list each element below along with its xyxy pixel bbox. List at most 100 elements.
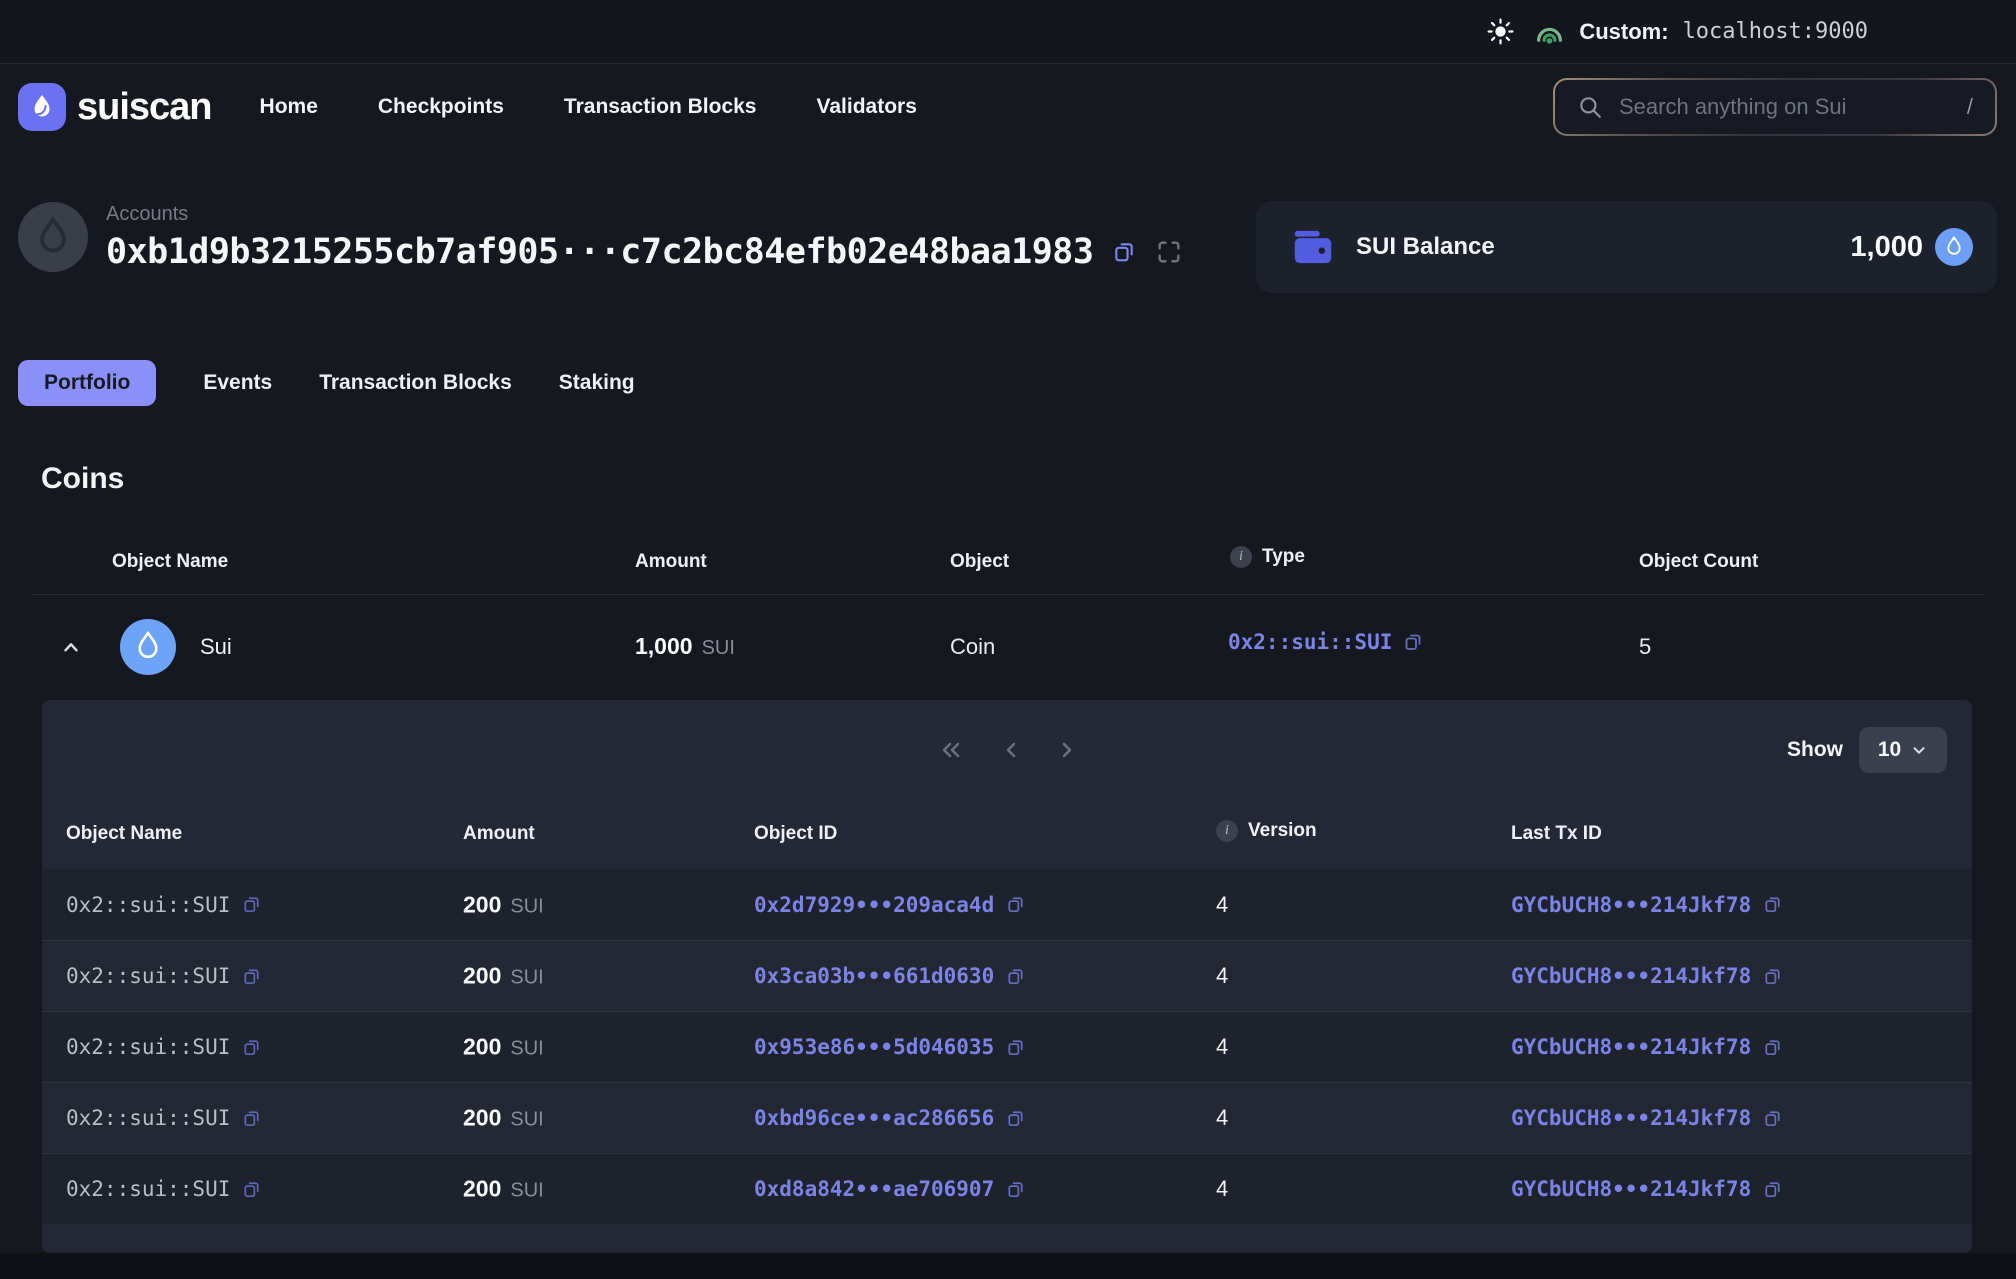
nav-item-checkpoints[interactable]: Checkpoints xyxy=(378,95,504,119)
chevron-right-icon xyxy=(1057,738,1077,762)
nav-item-transaction-blocks[interactable]: Transaction Blocks xyxy=(564,95,757,119)
last-tx-link[interactable]: GYCbUCH8•••214Jkf78 xyxy=(1511,964,1751,988)
pagination-bar: Show 10 xyxy=(42,700,1972,800)
suiscan-logo[interactable] xyxy=(18,83,66,131)
objects-col-version: Version xyxy=(1248,820,1317,842)
copy-icon[interactable] xyxy=(1762,966,1783,987)
network-label: Custom: xyxy=(1579,19,1668,45)
copy-icon[interactable] xyxy=(1402,631,1424,653)
last-tx-link[interactable]: GYCbUCH8•••214Jkf78 xyxy=(1511,1035,1751,1059)
object-id-cell: 0xd8a842•••ae706907 xyxy=(754,1177,1026,1201)
search-input[interactable] xyxy=(1619,94,1951,120)
object-id-link[interactable]: 0x953e86•••5d046035 xyxy=(754,1035,994,1059)
amount-value: 200 xyxy=(463,1034,501,1061)
object-name-cell: 0x2::sui::SUI xyxy=(66,1035,262,1059)
amount-unit: SUI xyxy=(510,1038,543,1061)
objects-table-body: 0x2::sui::SUI 200 SUI 0x2d7929•••209aca4… xyxy=(42,869,1972,1224)
coin-type-link[interactable]: 0x2::sui::SUI xyxy=(1228,630,1392,654)
tab-transaction-blocks[interactable]: Transaction Blocks xyxy=(319,371,512,395)
info-icon[interactable]: i xyxy=(1216,820,1238,842)
table-row: 0x2::sui::SUI 200 SUI 0xbd96ce•••ac28665… xyxy=(42,1082,1972,1153)
network-selector[interactable]: Custom: localhost:9000 xyxy=(1534,18,1868,46)
tab-portfolio[interactable]: Portfolio xyxy=(18,360,156,406)
copy-icon[interactable] xyxy=(1005,1037,1026,1058)
copy-icon[interactable] xyxy=(1005,966,1026,987)
copy-icon[interactable] xyxy=(241,1179,262,1200)
coin-amount-unit: SUI xyxy=(702,637,735,660)
first-page-button[interactable] xyxy=(937,738,965,762)
nav-item-validators[interactable]: Validators xyxy=(817,95,917,119)
account-tabs: Portfolio Events Transaction Blocks Stak… xyxy=(18,360,635,406)
last-tx-link[interactable]: GYCbUCH8•••214Jkf78 xyxy=(1511,1177,1751,1201)
object-id-link[interactable]: 0xbd96ce•••ac286656 xyxy=(754,1106,994,1130)
topbar: Custom: localhost:9000 xyxy=(0,0,2016,64)
amount-cell: 200 SUI xyxy=(463,1105,544,1132)
chevron-left-icon xyxy=(1001,738,1021,762)
copy-icon[interactable] xyxy=(1005,1179,1026,1200)
table-row: 0x2::sui::SUI 200 SUI 0x2d7929•••209aca4… xyxy=(42,869,1972,940)
balance-label: SUI Balance xyxy=(1356,233,1495,261)
object-id-link[interactable]: 0x3ca03b•••661d0630 xyxy=(754,964,994,988)
sui-balance-card: SUI Balance 1,000 xyxy=(1256,201,1997,293)
version-value: 4 xyxy=(1216,892,1228,918)
page-size-value: 10 xyxy=(1878,738,1901,762)
amount-unit: SUI xyxy=(510,895,543,918)
copy-icon[interactable] xyxy=(241,966,262,987)
version-value: 4 xyxy=(1216,963,1228,989)
brand-title[interactable]: suiscan xyxy=(77,86,212,129)
copy-icon[interactable] xyxy=(241,1037,262,1058)
tab-events[interactable]: Events xyxy=(203,371,272,395)
coin-type-cell: 0x2::sui::SUI xyxy=(1228,630,1424,654)
amount-value: 200 xyxy=(463,963,501,990)
last-tx-link[interactable]: GYCbUCH8•••214Jkf78 xyxy=(1511,893,1751,917)
object-id-link[interactable]: 0xd8a842•••ae706907 xyxy=(754,1177,994,1201)
objects-table-header: Object Name Amount Object ID i Version L… xyxy=(42,800,1972,869)
last-tx-cell: GYCbUCH8•••214Jkf78 xyxy=(1511,1177,1783,1201)
prev-page-button[interactable] xyxy=(1001,738,1021,762)
panel-bottom-spacer xyxy=(42,1224,1972,1253)
coins-col-type-group: i Type xyxy=(1230,546,1305,568)
copy-icon[interactable] xyxy=(1762,1037,1783,1058)
object-name: 0x2::sui::SUI xyxy=(66,893,230,917)
search-bar[interactable]: / xyxy=(1553,78,1997,136)
sun-icon xyxy=(1487,18,1514,45)
show-label: Show xyxy=(1787,738,1843,762)
amount-cell: 200 SUI xyxy=(463,1176,544,1203)
chevron-down-icon xyxy=(1910,741,1928,759)
copy-icon[interactable] xyxy=(1762,1108,1783,1129)
amount-cell: 200 SUI xyxy=(463,1034,544,1061)
search-shortcut-hint: / xyxy=(1967,94,1973,120)
amount-unit: SUI xyxy=(510,967,543,990)
last-tx-cell: GYCbUCH8•••214Jkf78 xyxy=(1511,964,1783,988)
copy-icon[interactable] xyxy=(1005,894,1026,915)
copy-icon[interactable] xyxy=(1005,1108,1026,1129)
tab-staking[interactable]: Staking xyxy=(559,371,635,395)
info-icon[interactable]: i xyxy=(1230,546,1252,568)
copy-address-button[interactable] xyxy=(1111,239,1137,265)
collapse-row-button[interactable] xyxy=(60,636,82,658)
nav-item-home[interactable]: Home xyxy=(260,95,318,119)
next-page-button[interactable] xyxy=(1057,738,1077,762)
copy-icon[interactable] xyxy=(1762,1179,1783,1200)
amount-unit: SUI xyxy=(510,1109,543,1132)
object-id-cell: 0x953e86•••5d046035 xyxy=(754,1035,1026,1059)
coins-col-amount: Amount xyxy=(635,551,707,573)
coin-object-kind: Coin xyxy=(950,634,995,660)
amount-cell: 200 SUI xyxy=(463,963,544,990)
object-id-cell: 0xbd96ce•••ac286656 xyxy=(754,1106,1026,1130)
sui-token-icon xyxy=(1935,228,1973,266)
coins-col-type: Type xyxy=(1262,546,1305,568)
copy-icon[interactable] xyxy=(241,1108,262,1129)
object-name-cell: 0x2::sui::SUI xyxy=(66,1177,262,1201)
magnifier-icon xyxy=(1577,94,1603,120)
coins-header-divider xyxy=(32,594,1984,595)
object-name-cell: 0x2::sui::SUI xyxy=(66,964,262,988)
copy-icon[interactable] xyxy=(1762,894,1783,915)
page-size-dropdown[interactable]: 10 xyxy=(1859,727,1947,773)
suiscan-app: Custom: localhost:9000 suiscan Home Chec… xyxy=(0,0,2016,1279)
object-id-link[interactable]: 0x2d7929•••209aca4d xyxy=(754,893,994,917)
last-tx-link[interactable]: GYCbUCH8•••214Jkf78 xyxy=(1511,1106,1751,1130)
theme-toggle-button[interactable] xyxy=(1487,18,1514,45)
scan-address-button[interactable] xyxy=(1155,238,1183,266)
copy-icon[interactable] xyxy=(241,894,262,915)
